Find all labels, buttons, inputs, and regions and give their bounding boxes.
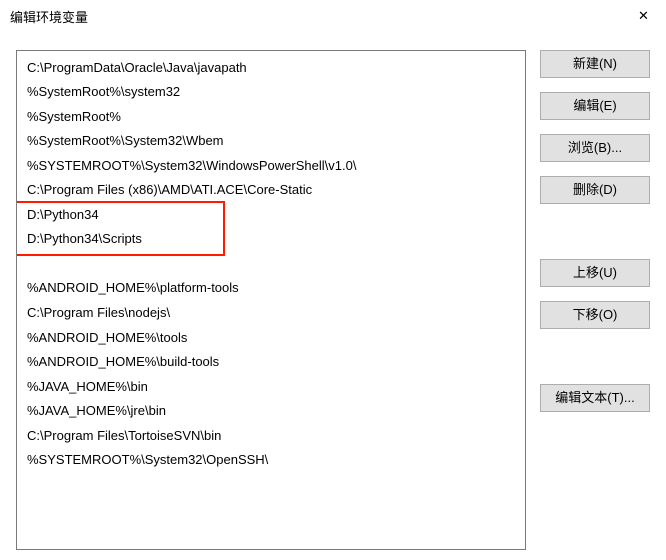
browse-button[interactable]: 浏览(B)... — [540, 134, 650, 162]
list-item[interactable] — [17, 251, 525, 276]
window-title: 编辑环境变量 — [10, 7, 88, 26]
button-column: 新建(N) 编辑(E) 浏览(B)... 删除(D) 上移(U) 下移(O) 编… — [540, 50, 650, 560]
list-item[interactable]: C:\Program Files (x86)\AMD\ATI.ACE\Core-… — [17, 178, 525, 203]
list-item[interactable]: %ANDROID_HOME%\tools — [17, 325, 525, 350]
list-item[interactable]: %SYSTEMROOT%\System32\WindowsPowerShell\… — [17, 153, 525, 178]
list-item[interactable]: %SystemRoot%\system32 — [17, 80, 525, 105]
list-item[interactable]: %ANDROID_HOME%\platform-tools — [17, 276, 525, 301]
edit-button[interactable]: 编辑(E) — [540, 92, 650, 120]
list-item[interactable]: C:\Program Files\TortoiseSVN\bin — [17, 423, 525, 448]
close-button[interactable]: ✕ — [621, 0, 666, 32]
list-item[interactable]: %SystemRoot%\System32\Wbem — [17, 129, 525, 154]
list-item[interactable]: %JAVA_HOME%\jre\bin — [17, 399, 525, 424]
delete-button[interactable]: 删除(D) — [540, 176, 650, 204]
list-item[interactable]: %SYSTEMROOT%\System32\OpenSSH\ — [17, 448, 525, 473]
move-down-button[interactable]: 下移(O) — [540, 301, 650, 329]
close-icon: ✕ — [638, 8, 649, 24]
titlebar: 编辑环境变量 ✕ — [0, 0, 666, 32]
move-up-button[interactable]: 上移(U) — [540, 259, 650, 287]
list-item[interactable]: %JAVA_HOME%\bin — [17, 374, 525, 399]
list-item[interactable]: %ANDROID_HOME%\build-tools — [17, 350, 525, 375]
list-item[interactable]: C:\Program Files\nodejs\ — [17, 300, 525, 325]
list-item[interactable]: %SystemRoot% — [17, 104, 525, 129]
path-listbox[interactable]: C:\ProgramData\Oracle\Java\javapath%Syst… — [16, 50, 526, 550]
edit-text-button[interactable]: 编辑文本(T)... — [540, 384, 650, 412]
list-item[interactable]: D:\Python34 — [17, 202, 525, 227]
list-item[interactable]: C:\ProgramData\Oracle\Java\javapath — [17, 55, 525, 80]
new-button[interactable]: 新建(N) — [540, 50, 650, 78]
dialog-content: C:\ProgramData\Oracle\Java\javapath%Syst… — [0, 32, 666, 560]
list-item[interactable]: D:\Python34\Scripts — [17, 227, 525, 252]
